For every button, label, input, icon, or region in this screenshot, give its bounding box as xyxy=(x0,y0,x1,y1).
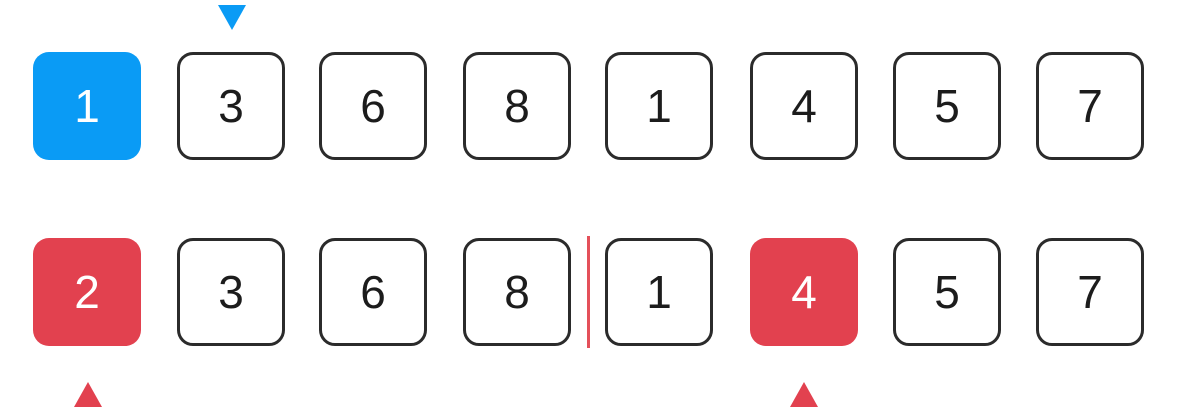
bottom-array-row: 2 3 6 8 1 4 5 7 xyxy=(0,238,1196,350)
top-array-row: 1 3 6 8 1 4 5 7 xyxy=(0,52,1196,164)
top-cell-5: 4 xyxy=(750,52,858,160)
top-cell-2: 6 xyxy=(319,52,427,160)
top-cell-4: 1 xyxy=(605,52,713,160)
top-pointer-triangle-down-icon xyxy=(218,5,246,30)
top-cell-3: 8 xyxy=(463,52,571,160)
bottom-cell-4: 1 xyxy=(605,238,713,346)
bottom-cell-3: 8 xyxy=(463,238,571,346)
bottom-cell-6: 5 xyxy=(893,238,1001,346)
bottom-cell-2: 6 xyxy=(319,238,427,346)
right-pointer-triangle-up-icon xyxy=(790,382,818,407)
top-cell-0: 1 xyxy=(33,52,141,160)
top-cell-1: 3 xyxy=(177,52,285,160)
bottom-cell-0: 2 xyxy=(33,238,141,346)
top-cell-7: 7 xyxy=(1036,52,1144,160)
bottom-cell-1: 3 xyxy=(177,238,285,346)
left-pointer-triangle-up-icon xyxy=(74,382,102,407)
top-cell-6: 5 xyxy=(893,52,1001,160)
merge-divider-line xyxy=(587,236,590,348)
bottom-cell-7: 7 xyxy=(1036,238,1144,346)
bottom-cell-5: 4 xyxy=(750,238,858,346)
